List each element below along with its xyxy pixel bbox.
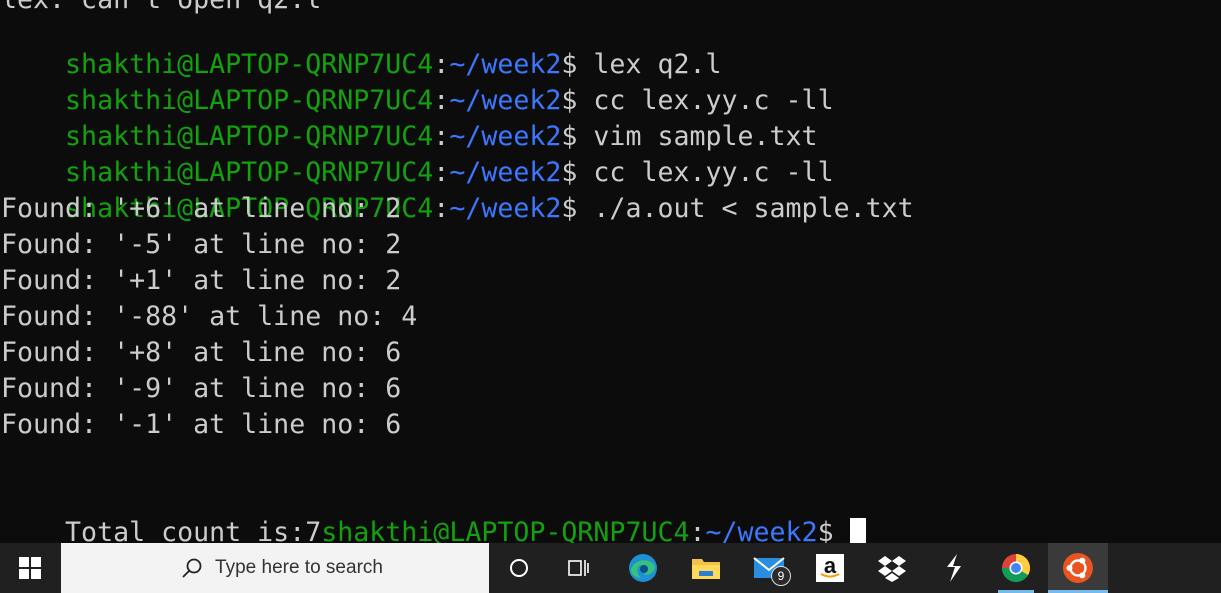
total-count-text: Total count is:7: [65, 517, 322, 543]
output-line: Found: '+6' at line no: 2: [1, 193, 402, 224]
amazon-icon: a: [816, 554, 844, 582]
sublime-icon: [947, 554, 961, 582]
prompt-path: ~/week2: [705, 517, 818, 543]
start-button[interactable]: [0, 543, 60, 593]
chrome-taskbar-button[interactable]: [990, 543, 1042, 593]
output-line: Found: '-1' at line no: 6: [1, 409, 402, 440]
edge-taskbar-button[interactable]: [617, 543, 669, 593]
command-text: ./a.out < sample.txt: [577, 193, 914, 224]
output-line: Found: '-88' at line no: 4: [1, 301, 418, 332]
prompt-line: shakthi@LAPTOP-QRNP7UC4:~/week2$ vim sam…: [1, 83, 818, 152]
edge-icon: [629, 554, 657, 582]
sublime-taskbar-button[interactable]: [928, 543, 980, 593]
cortana-icon: [510, 559, 528, 577]
task-view-button[interactable]: [553, 543, 605, 593]
output-line: Found: '-5' at line no: 2: [1, 229, 402, 260]
prompt-dollar: $: [561, 193, 578, 224]
mail-taskbar-button[interactable]: 9: [741, 543, 797, 593]
prompt-user: shakthi@LAPTOP-QRNP7UC4: [321, 517, 690, 543]
prompt-input[interactable]: [834, 517, 850, 543]
prompt-colon: :: [433, 193, 450, 224]
dropbox-taskbar-button[interactable]: [866, 543, 918, 593]
prompt-line: shakthi@LAPTOP-QRNP7UC4:~/week2$ cc lex.…: [1, 47, 834, 116]
output-line: Found: '+8' at line no: 6: [1, 337, 402, 368]
prompt-line: shakthi@LAPTOP-QRNP7UC4:~/week2$ cc lex.…: [1, 119, 834, 188]
windows-start-icon: [19, 557, 41, 579]
output-line: Found: '-9' at line no: 6: [1, 373, 402, 404]
output-line: Found: '+1' at line no: 2: [1, 265, 402, 296]
text-cursor: [849, 517, 866, 543]
terminal-window[interactable]: lex: can't open q2.l shakthi@LAPTOP-QRNP…: [0, 0, 1221, 543]
ubuntu-taskbar-button[interactable]: [1048, 543, 1108, 593]
prompt-line: shakthi@LAPTOP-QRNP7UC4:~/week2$ ./a.out…: [1, 155, 914, 224]
search-icon: [182, 558, 202, 578]
prompt-line: shakthi@LAPTOP-QRNP7UC4:~/week2$ lex q2.…: [1, 11, 721, 80]
task-view-icon: [568, 560, 589, 576]
taskbar-search-input[interactable]: Type here to search: [61, 543, 489, 593]
total-prompt-line: Total count is:7shakthi@LAPTOP-QRNP7UC4:…: [1, 479, 866, 543]
file-explorer-taskbar-button[interactable]: [680, 543, 732, 593]
prompt-path: ~/week2: [449, 193, 562, 224]
mail-badge: 9: [771, 566, 791, 586]
dropbox-icon: [878, 556, 906, 582]
prompt-dollar: $: [817, 517, 834, 543]
ubuntu-icon: [1063, 553, 1093, 583]
search-placeholder: Type here to search: [215, 557, 383, 578]
prompt-colon: :: [689, 517, 706, 543]
taskbar: Type here to search 9 a: [0, 543, 1221, 593]
amazon-taskbar-button[interactable]: a: [804, 543, 856, 593]
chrome-icon: [1002, 554, 1030, 582]
file-explorer-icon: [692, 559, 720, 579]
cortana-button[interactable]: [493, 543, 545, 593]
